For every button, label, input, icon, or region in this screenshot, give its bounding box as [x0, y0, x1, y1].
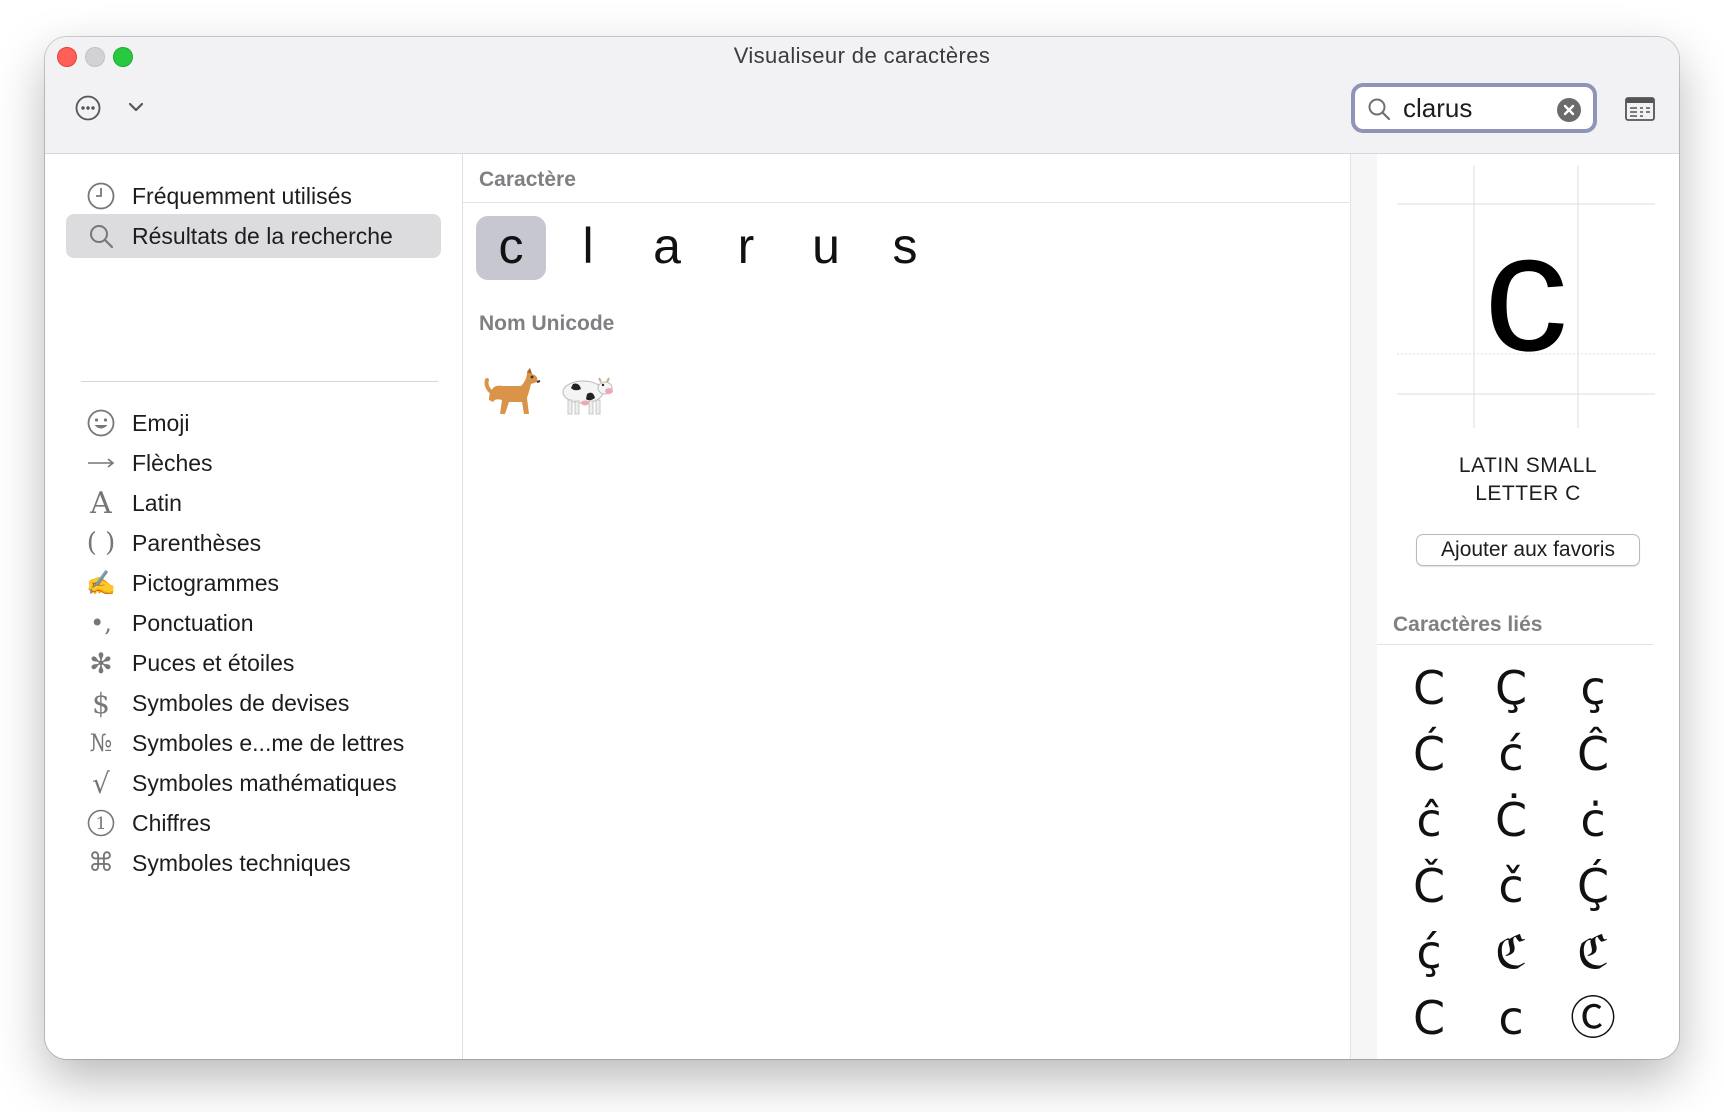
parentheses-icon: ( ) — [86, 528, 116, 558]
category-sidebar: Fréquemment utilisés Résultats de la rec… — [45, 154, 463, 1059]
smiley-icon — [86, 408, 116, 438]
circled-one-icon: 1 — [86, 808, 116, 838]
svg-text:1: 1 — [96, 814, 107, 834]
sidebar-divider — [81, 381, 438, 382]
character-cell[interactable]: l — [553, 216, 623, 280]
arrow-icon — [86, 448, 116, 478]
pictogram-hand-icon: ✍ — [86, 569, 116, 597]
unicode-name-header: Nom Unicode — [479, 312, 615, 335]
sidebar-item-label: Ponctuation — [132, 610, 254, 636]
related-char[interactable]: Ĉ — [1551, 722, 1635, 786]
square-root-icon: √ — [92, 766, 110, 800]
unicode-name-line: LETTER C — [1475, 482, 1581, 505]
dog-emoji[interactable] — [483, 362, 543, 422]
sidebar-item-latin[interactable]: A Latin — [66, 481, 441, 525]
sidebar-item-arrows[interactable]: Flèches — [66, 441, 441, 485]
command-icon: ⌘ — [88, 848, 114, 878]
related-char[interactable]: Ċ — [1469, 788, 1553, 852]
search-results-panel: Caractère c l a r u s Nom Unicode — [463, 154, 1349, 1059]
related-divider — [1377, 644, 1653, 645]
panel-divider — [1350, 154, 1378, 1059]
sidebar-item-technical[interactable]: ⌘ Symboles techniques — [66, 841, 441, 885]
add-to-favorites-button[interactable]: Ajouter aux favoris — [1416, 534, 1640, 566]
related-char[interactable]: ç — [1551, 656, 1635, 720]
character-cell[interactable]: a — [632, 216, 702, 280]
related-char[interactable]: Ć — [1387, 722, 1471, 786]
sidebar-item-search-results[interactable]: Résultats de la recherche — [66, 214, 441, 258]
cow-emoji[interactable] — [555, 362, 615, 422]
unicode-name-line: LATIN SMALL — [1458, 454, 1598, 477]
related-char[interactable]: C — [1387, 986, 1471, 1050]
related-char[interactable]: ć — [1469, 722, 1553, 786]
character-inspector: c LATIN SMALL LETTER C Ajouter aux favor… — [1377, 154, 1679, 1059]
clock-icon — [86, 181, 116, 211]
sidebar-item-label: Symboles techniques — [132, 850, 351, 876]
toolbar: Visualiseur de caractères — [45, 37, 1679, 154]
sidebar-item-label: Résultats de la recherche — [132, 223, 393, 249]
ellipsis-circle-icon[interactable] — [75, 95, 101, 121]
sidebar-item-label: Flèches — [132, 450, 213, 476]
related-char[interactable]: C — [1387, 656, 1471, 720]
latin-a-icon: A — [90, 485, 112, 521]
related-char[interactable]: Ç — [1469, 656, 1553, 720]
related-char[interactable]: ċ — [1551, 788, 1635, 852]
chevron-down-icon[interactable] — [127, 100, 145, 114]
related-char[interactable]: ℭ — [1469, 920, 1553, 984]
character-cell[interactable]: s — [870, 216, 940, 280]
keyboard-viewer-icon[interactable] — [1625, 97, 1655, 121]
related-char[interactable]: Ḉ — [1551, 854, 1635, 918]
sidebar-item-label: Fréquemment utilisés — [132, 183, 352, 209]
search-field[interactable] — [1351, 83, 1597, 133]
sidebar-item-label: Symboles e...me de lettres — [132, 730, 405, 756]
sidebar-item-punctuation[interactable]: •, Ponctuation — [66, 601, 441, 645]
dollar-icon: $ — [92, 686, 110, 720]
related-char[interactable]: ḉ — [1387, 920, 1471, 984]
related-char[interactable]: ℭ — [1551, 920, 1635, 984]
sidebar-item-label: Chiffres — [132, 810, 211, 836]
punctuation-icon: •, — [90, 609, 112, 637]
sidebar-item-frequently-used[interactable]: Fréquemment utilisés — [66, 174, 441, 218]
sidebar-item-label: Symboles de devises — [132, 690, 350, 716]
clear-search-button[interactable] — [1557, 98, 1581, 122]
sidebar-item-label: Parenthèses — [132, 530, 262, 556]
character-header: Caractère — [479, 168, 576, 191]
related-char[interactable]: Č — [1387, 854, 1471, 918]
related-char[interactable]: c — [1469, 986, 1553, 1050]
related-characters-header: Caractères liés — [1393, 613, 1543, 636]
related-char[interactable]: ĉ — [1387, 788, 1471, 852]
search-icon — [86, 221, 116, 251]
search-icon — [1368, 98, 1391, 121]
clear-icon — [1563, 104, 1575, 116]
header-divider — [463, 202, 1349, 203]
asterisk-icon: ✻ — [89, 646, 113, 680]
sidebar-item-digits[interactable]: 1 Chiffres — [66, 801, 441, 845]
sidebar-item-label: Pictogrammes — [132, 570, 279, 596]
numero-icon: № — [89, 729, 113, 757]
sidebar-item-label: Latin — [132, 490, 182, 516]
search-input[interactable] — [1403, 93, 1533, 123]
character-cell[interactable]: c — [476, 216, 546, 280]
sidebar-item-emoji[interactable]: Emoji — [66, 401, 441, 445]
unicode-name: LATIN SMALL LETTER C — [1377, 452, 1679, 508]
related-char[interactable]: č — [1469, 854, 1553, 918]
character-viewer-window: Visualiseur de caractères clarus Fréquem… — [45, 37, 1679, 1059]
sidebar-item-bullets-stars[interactable]: ✻ Puces et étoiles — [66, 641, 441, 685]
sidebar-item-currency[interactable]: $ Symboles de devises — [66, 681, 441, 725]
related-characters-grid: C Ç ç Ć ć Ĉ ĉ Ċ ċ Č č Ḉ ḉ ℭ ℭ C c Ⓒ — [1387, 656, 1649, 1059]
sidebar-item-label: Puces et étoiles — [132, 650, 295, 676]
sidebar-item-pictograms[interactable]: ✍ Pictogrammes — [66, 561, 441, 605]
window-title: Visualiseur de caractères — [733, 43, 991, 68]
character-cell[interactable]: u — [791, 216, 861, 280]
related-char[interactable]: Ⓒ — [1551, 986, 1635, 1050]
glyph-preview: c — [1397, 166, 1655, 428]
sidebar-item-label: Emoji — [132, 410, 190, 436]
sidebar-item-math[interactable]: √ Symboles mathématiques — [66, 761, 441, 805]
character-cell[interactable]: r — [711, 216, 781, 280]
sidebar-item-parentheses[interactable]: ( ) Parenthèses — [66, 521, 441, 565]
glyph-large: c — [1484, 198, 1568, 386]
sidebar-item-letterlike[interactable]: № Symboles e...me de lettres — [66, 721, 441, 765]
sidebar-item-label: Symboles mathématiques — [132, 770, 397, 796]
